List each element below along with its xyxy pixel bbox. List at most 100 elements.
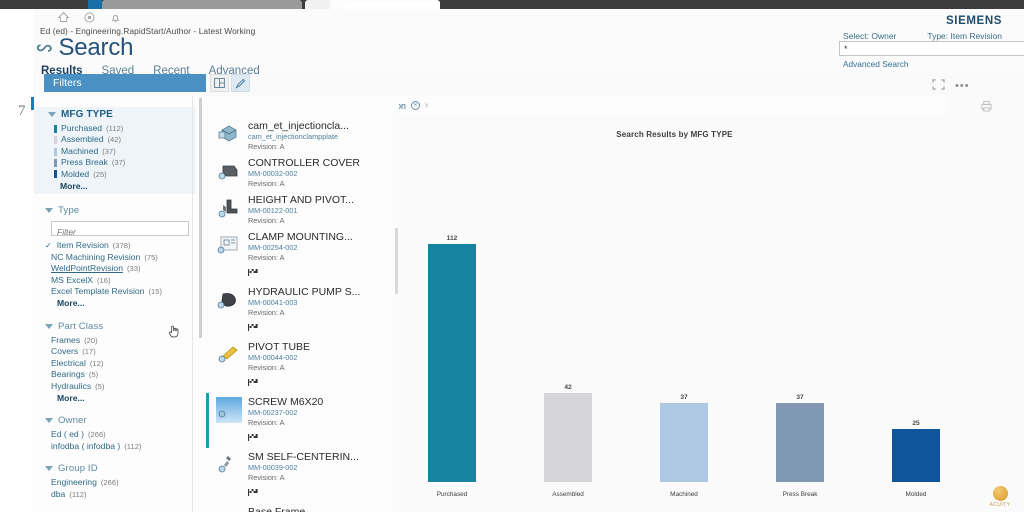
- facet-item-press-break[interactable]: Press Break (37): [48, 157, 196, 168]
- search-input[interactable]: [844, 42, 1024, 55]
- advanced-search-link[interactable]: Advanced Search: [843, 59, 909, 69]
- bar-column-assembled[interactable]: 42 Assembled: [544, 384, 592, 498]
- bar-column-purchased[interactable]: 112 Purchased: [428, 235, 476, 498]
- type-item-revision-label: Type: Item Revision: [927, 31, 1002, 41]
- bar-rect[interactable]: [660, 403, 708, 482]
- facet-item-covers[interactable]: Covers (17): [45, 346, 206, 357]
- facet-mfg-type-title: MFG TYPE: [61, 109, 113, 120]
- facet-item-owner-infodba[interactable]: infodba ( infodba ) (112): [45, 441, 206, 452]
- facet-group-id-title: Group ID: [58, 463, 98, 475]
- list-item-revision: Revision: A: [248, 308, 285, 317]
- list-item[interactable]: CLAMP MOUNTING... MM-00254-002 Revision:…: [206, 228, 399, 283]
- acuity-logo-icon: [992, 486, 1008, 501]
- bar-value-label: 37: [796, 394, 804, 401]
- bar-rect[interactable]: [544, 393, 592, 482]
- page-title: Search: [58, 34, 134, 61]
- back-arrow-icon[interactable]: ∾: [35, 35, 53, 60]
- bar-column-molded[interactable]: 25 Molded: [892, 420, 940, 498]
- part-pump-icon: [216, 287, 242, 313]
- type-filter-input[interactable]: [52, 225, 188, 239]
- filters-sidebar[interactable]: MFG TYPE Purchased (112) Assembled (42) …: [34, 96, 206, 512]
- facet-owner[interactable]: Owner Ed ( ed ) (266) infodba ( infodba …: [34, 415, 206, 452]
- facet-item-dba[interactable]: dba (112): [45, 489, 206, 500]
- browser-address-bar[interactable]: [344, 2, 439, 9]
- checkered-flag-icon: [248, 489, 258, 496]
- facet-item-nc-machining-revision[interactable]: NC Machining Revision (75): [45, 252, 206, 263]
- list-item[interactable]: cam_et_injectioncla... cam_et_injectionc…: [206, 117, 399, 154]
- facet-part-class-header[interactable]: Part Class: [45, 321, 206, 332]
- facet-item-count: (20): [84, 335, 98, 345]
- facet-item-item-revision[interactable]: Item Revision (378): [45, 240, 206, 251]
- facet-item-label: infodba ( infodba ): [51, 440, 121, 451]
- facet-item-frames[interactable]: Frames (20): [45, 335, 206, 346]
- sidebar-scrollbar[interactable]: [199, 98, 202, 338]
- list-item[interactable]: HYDRAULIC PUMP S... MM-00041-003 Revisio…: [206, 283, 399, 338]
- search-box[interactable]: [839, 41, 1024, 56]
- facet-type[interactable]: Type Item Revision (378) NC Machining Re…: [34, 205, 206, 309]
- bar-value-label: 112: [446, 235, 458, 242]
- left-edge-panel: 7: [0, 9, 34, 512]
- bar-rect[interactable]: [776, 403, 824, 482]
- facet-group-id-header[interactable]: Group ID: [45, 463, 206, 474]
- browser-tab-1[interactable]: [102, 0, 302, 9]
- part-sheetmetal-icon: [216, 452, 242, 478]
- facet-item-assembled[interactable]: Assembled (42): [48, 134, 196, 145]
- filters-header-bar[interactable]: Filters: [44, 74, 206, 92]
- facet-mfg-type-header[interactable]: MFG TYPE: [48, 109, 196, 120]
- facet-item-electrical[interactable]: Electrical (12): [45, 358, 206, 369]
- part-block-icon: [216, 121, 242, 147]
- clock-history-icon[interactable]: [83, 11, 96, 24]
- more-options-button[interactable]: •••: [955, 80, 970, 92]
- remove-chip-icon[interactable]: ×: [410, 101, 420, 110]
- facet-item-molded[interactable]: Molded (25): [48, 169, 196, 180]
- facet-mfg-type[interactable]: MFG TYPE Purchased (112) Assembled (42) …: [34, 107, 196, 195]
- list-item-id: MM-00254-002: [248, 243, 298, 252]
- facet-item-purchased[interactable]: Purchased (112): [48, 123, 196, 134]
- list-item[interactable]: PIVOT TUBE MM-00044-002 Revision: A: [206, 338, 399, 393]
- list-item[interactable]: Base Frame MM-00586-000 Revision: A: [206, 503, 399, 512]
- teamcenter-search-page: 7 Ed (ed) - Engineering.RapidStart/Autho…: [0, 0, 1024, 512]
- facet-item-ms-excelx[interactable]: MS ExcelX (16): [45, 275, 206, 286]
- facet-type-header[interactable]: Type: [45, 205, 206, 216]
- facet-part-class-more[interactable]: More...: [45, 393, 206, 404]
- layout-columns-icon: [214, 78, 225, 88]
- type-filter-field[interactable]: [51, 221, 189, 239]
- list-item[interactable]: HEIGHT AND PIVOT... MM-00122-001 Revisio…: [206, 191, 399, 228]
- facet-item-owner-ed[interactable]: Ed ( ed ) (266): [45, 429, 206, 440]
- facet-item-weldpointrevision[interactable]: WeldPointRevision (33): [45, 263, 206, 274]
- layout-columns-button[interactable]: [210, 74, 229, 92]
- pen-edit-button[interactable]: [231, 74, 250, 92]
- facet-item-machined[interactable]: Machined (37): [48, 146, 196, 157]
- facet-item-count: (266): [87, 430, 106, 440]
- bar-column-press-break[interactable]: 37 Press Break: [776, 394, 824, 498]
- part-bracket-icon: [216, 195, 242, 221]
- checkered-flag-icon: [248, 434, 258, 441]
- facet-mfg-type-more[interactable]: More...: [48, 181, 196, 192]
- bar-rect[interactable]: [428, 244, 476, 482]
- facet-owner-header[interactable]: Owner: [45, 415, 206, 426]
- list-item[interactable]: SM SELF-CENTERIN... MM-00039-002 Revisio…: [206, 448, 399, 503]
- list-item-id: MM-00237-002: [248, 408, 298, 417]
- list-item[interactable]: CONTROLLER COVER MM-00032-002 Revision: …: [206, 154, 399, 191]
- bell-icon[interactable]: [109, 11, 122, 24]
- facet-item-excel-template-revision[interactable]: Excel Template Revision (15): [45, 286, 206, 297]
- print-button[interactable]: [980, 100, 993, 112]
- bar-category-label: Assembled: [552, 491, 584, 498]
- bar-rect[interactable]: [892, 429, 940, 482]
- list-item[interactable]: SCREW M6X20 MM-00237-002 Revision: A: [206, 393, 399, 448]
- facet-item-label: NC Machining Revision: [51, 251, 141, 262]
- list-item-revision: Revision: A: [248, 253, 285, 262]
- facet-item-hydraulics[interactable]: Hydraulics (5): [45, 381, 206, 392]
- facet-part-class[interactable]: Part Class Frames (20) Covers (17) Elect…: [34, 321, 206, 404]
- collapse-triangle-icon: [45, 418, 53, 424]
- facet-item-label: dba: [51, 488, 66, 499]
- bar-column-machined[interactable]: 37 Machined: [660, 394, 708, 498]
- facet-group-id[interactable]: Group ID Engineering (266) dba (112): [34, 463, 206, 500]
- expand-fullscreen-button[interactable]: [932, 79, 945, 90]
- facet-type-more[interactable]: More...: [45, 298, 206, 309]
- results-list-panel[interactable]: cam_et_injectioncla... cam_et_injectionc…: [206, 96, 399, 512]
- home-icon[interactable]: [57, 11, 70, 24]
- collapse-triangle-icon: [45, 208, 53, 214]
- facet-item-engineering[interactable]: Engineering (266): [45, 477, 206, 488]
- facet-item-bearings[interactable]: Bearings (5): [45, 369, 206, 380]
